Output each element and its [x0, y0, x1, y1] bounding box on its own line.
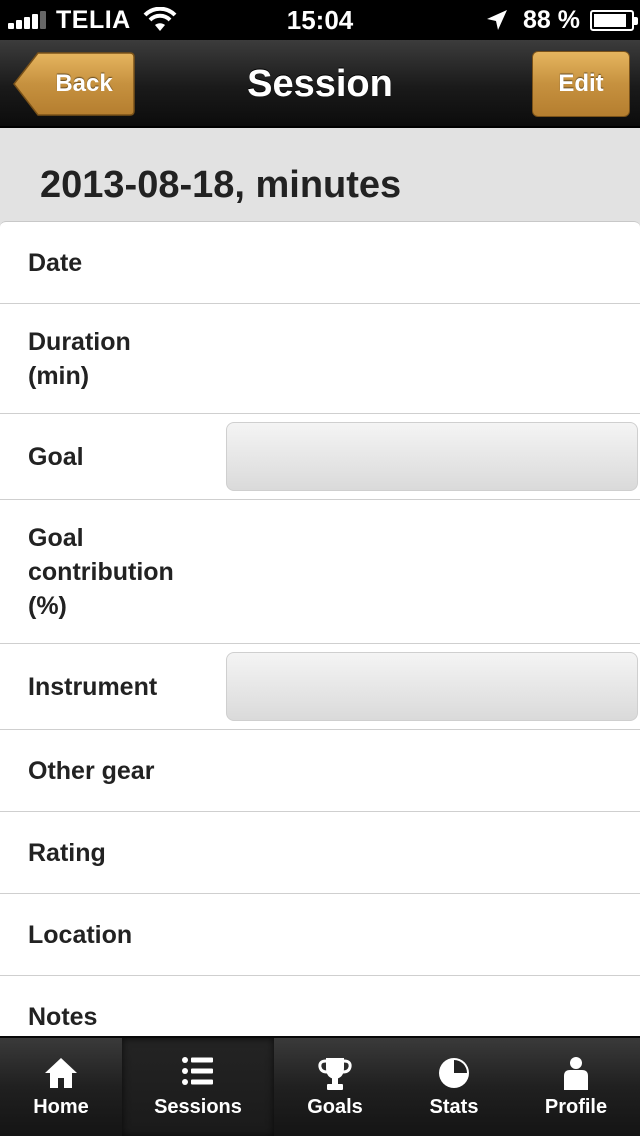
form-row-goal: Goal	[0, 414, 640, 500]
form-row-label: Duration (min)	[28, 327, 131, 390]
form-row-goal-contribution[interactable]: Goal contribution (%)	[0, 500, 640, 644]
status-bar: TELIA 15:04 88 %	[0, 0, 640, 40]
session-content: 2013-08-18, minutes Date Duration (min) …	[0, 128, 640, 1036]
trophy-icon	[274, 1056, 396, 1094]
pie-chart-icon	[396, 1056, 512, 1094]
carrier-name: TELIA	[56, 5, 131, 34]
battery-icon	[590, 9, 638, 31]
form-row-rating[interactable]: Rating	[0, 812, 640, 894]
tab-label: Goals	[307, 1096, 363, 1118]
form-row-label: Location	[28, 920, 133, 949]
back-button[interactable]: Back	[12, 51, 136, 117]
battery-level	[594, 13, 626, 27]
home-icon	[0, 1056, 122, 1094]
wifi-icon	[143, 7, 177, 31]
tab-bar: Home Sessions Goals Stats Profile	[0, 1036, 640, 1136]
form-row-other-gear[interactable]: Other gear	[0, 730, 640, 812]
list-icon	[122, 1056, 274, 1094]
form-row-label: Other gear	[28, 756, 155, 785]
tab-label: Sessions	[154, 1096, 242, 1118]
form-row-date[interactable]: Date	[0, 222, 640, 304]
status-right: 88 %	[485, 5, 638, 35]
tab-goals[interactable]: Goals	[274, 1038, 396, 1136]
tab-label: Home	[33, 1096, 89, 1118]
tab-label: Stats	[429, 1096, 479, 1118]
navigation-bar: Back Session Edit	[0, 40, 640, 128]
battery-percentage: 88 %	[523, 5, 580, 34]
form-row-instrument: Instrument	[0, 644, 640, 730]
status-left: TELIA	[8, 5, 177, 35]
person-icon	[512, 1056, 640, 1094]
form-row-notes[interactable]: Notes	[0, 976, 640, 1036]
back-button-label: Back	[55, 70, 113, 97]
form-row-label: Date	[28, 248, 83, 277]
tab-label: Profile	[544, 1096, 608, 1118]
session-title: 2013-08-18, minutes	[40, 164, 402, 206]
form-row-label: Goal	[28, 442, 84, 471]
goal-select[interactable]	[226, 422, 638, 491]
tab-stats[interactable]: Stats	[396, 1038, 512, 1136]
tab-home[interactable]: Home	[0, 1038, 122, 1136]
tab-sessions[interactable]: Sessions	[122, 1038, 274, 1136]
instrument-select[interactable]	[226, 652, 638, 721]
edit-button[interactable]: Edit	[532, 51, 630, 117]
session-form: Date Duration (min) Goal Goal contributi…	[0, 221, 640, 1036]
tab-profile[interactable]: Profile	[512, 1038, 640, 1136]
form-row-label: Rating	[28, 838, 106, 867]
form-row-location[interactable]: Location	[0, 894, 640, 976]
form-row-label: Notes	[28, 1002, 98, 1031]
location-arrow-icon	[487, 10, 508, 30]
form-row-label: Goal contribution (%)	[28, 523, 174, 620]
signal-strength-icon	[8, 11, 48, 29]
form-row-label: Instrument	[28, 672, 158, 701]
form-row-duration[interactable]: Duration (min)	[0, 304, 640, 414]
